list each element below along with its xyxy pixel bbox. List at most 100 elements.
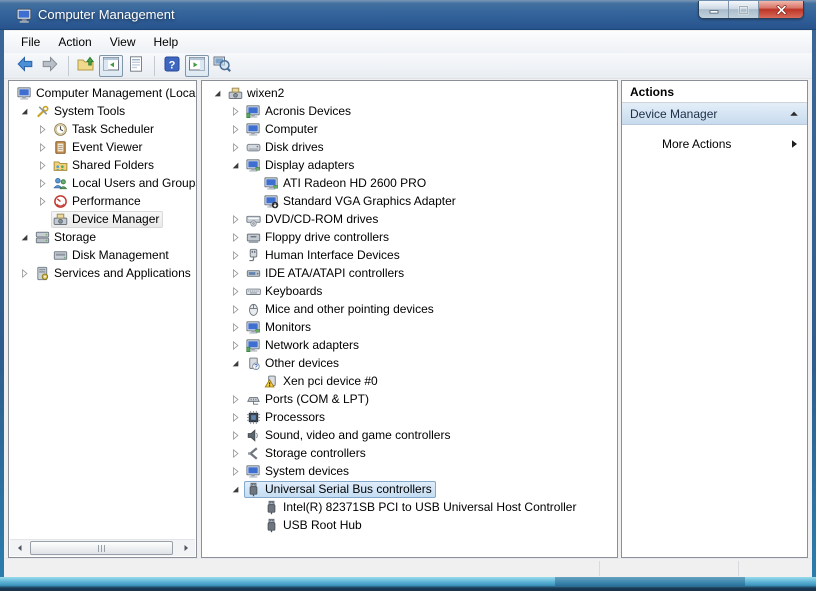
device-tree-item[interactable]: Intel(R) 82371SB PCI to USB Universal Ho… <box>202 498 617 516</box>
scroll-left-arrow-icon[interactable] <box>12 541 27 555</box>
tree-expander-icon[interactable] <box>226 409 244 425</box>
menu-action[interactable]: Action <box>49 32 100 52</box>
tree-expander-icon[interactable] <box>208 85 226 101</box>
tree-expander-icon[interactable] <box>15 103 33 119</box>
window-border-right <box>812 0 816 591</box>
tree-expander-icon[interactable] <box>226 427 244 443</box>
tree-expander-icon[interactable] <box>226 211 244 227</box>
titlebar[interactable]: Computer Management <box>0 0 816 30</box>
console-tree-item[interactable]: Services and Applications <box>9 264 196 282</box>
tree-expander-icon[interactable] <box>226 247 244 263</box>
console-tree-item[interactable]: Local Users and Groups <box>9 174 196 192</box>
tree-expander-icon[interactable] <box>226 481 244 497</box>
tree-expander-icon[interactable] <box>15 265 33 281</box>
device-tree-item[interactable]: Computer <box>202 120 617 138</box>
console-tree-item[interactable]: Event Viewer <box>9 138 196 156</box>
device-tree-item[interactable]: DVD/CD-ROM drives <box>202 210 617 228</box>
tree-expander-icon[interactable] <box>226 355 244 371</box>
menu-help[interactable]: Help <box>145 32 188 52</box>
device-tree-item[interactable]: IDE ATA/ATAPI controllers <box>202 264 617 282</box>
device-tree-item[interactable]: ATI Radeon HD 2600 PRO <box>202 174 617 192</box>
devmgr-icon <box>53 211 69 227</box>
tree-expander-icon[interactable] <box>226 337 244 353</box>
disk-icon <box>246 139 262 155</box>
help-button[interactable]: ? <box>160 55 184 77</box>
horizontal-scrollbar[interactable] <box>10 539 195 556</box>
properties-button[interactable] <box>124 55 148 77</box>
tree-expander-icon[interactable] <box>15 229 33 245</box>
actions-group-device-manager[interactable]: Device Manager <box>622 103 807 125</box>
scan-hardware-button[interactable] <box>210 55 234 77</box>
device-tree-item[interactable]: Storage controllers <box>202 444 617 462</box>
show-console-tree-button[interactable] <box>99 55 123 77</box>
console-tree-item[interactable]: Task Scheduler <box>9 120 196 138</box>
tree-item-label: Storage <box>52 230 96 244</box>
scrollbar-thumb[interactable] <box>30 541 173 555</box>
monitor-net-icon <box>246 103 262 119</box>
forward-button[interactable] <box>38 55 62 77</box>
device-tree-item[interactable]: Standard VGA Graphics Adapter <box>202 192 617 210</box>
tree-expander-icon[interactable] <box>226 103 244 119</box>
tree-item-label: Other devices <box>263 356 339 370</box>
device-tree-item[interactable]: Network adapters <box>202 336 617 354</box>
tree-expander-icon[interactable] <box>33 139 51 155</box>
tree-expander-icon[interactable] <box>33 157 51 173</box>
tree-item-label: Keyboards <box>263 284 322 298</box>
tree-expander-icon[interactable] <box>226 301 244 317</box>
tree-expander-icon[interactable] <box>33 121 51 137</box>
console-tree-item[interactable]: Shared Folders <box>9 156 196 174</box>
tree-expander-icon[interactable] <box>226 391 244 407</box>
tree-item-label: Mice and other pointing devices <box>263 302 434 316</box>
device-tree-item[interactable]: Monitors <box>202 318 617 336</box>
tools-icon <box>35 103 51 119</box>
console-tree-item[interactable]: Disk Management <box>9 246 196 264</box>
tree-item-label: Universal Serial Bus controllers <box>263 482 432 496</box>
device-tree-item[interactable]: Processors <box>202 408 617 426</box>
menu-file[interactable]: File <box>12 32 49 52</box>
tree-expander-icon[interactable] <box>226 157 244 173</box>
more-actions-item[interactable]: More Actions <box>622 134 807 154</box>
device-tree-item[interactable]: Acronis Devices <box>202 102 617 120</box>
perf-icon <box>53 193 69 209</box>
back-button[interactable] <box>13 55 37 77</box>
device-tree-item[interactable]: Human Interface Devices <box>202 246 617 264</box>
console-tree-item[interactable]: Device Manager <box>9 210 196 228</box>
tree-expander-icon[interactable] <box>226 463 244 479</box>
console-tree-item[interactable]: Storage <box>9 228 196 246</box>
tree-expander-icon[interactable] <box>226 283 244 299</box>
show-action-pane-button[interactable] <box>185 55 209 77</box>
scroll-right-arrow-icon[interactable] <box>178 541 193 555</box>
device-tree-item[interactable]: Disk drives <box>202 138 617 156</box>
device-tree-item[interactable]: Sound, video and game controllers <box>202 426 617 444</box>
device-tree-item[interactable]: USB Root Hub <box>202 516 617 534</box>
tree-expander-icon[interactable] <box>226 319 244 335</box>
maximize-button[interactable] <box>729 1 759 18</box>
tree-expander-icon[interactable] <box>226 139 244 155</box>
console-tree-item[interactable]: Computer Management (Local <box>9 84 196 102</box>
device-tree-item[interactable]: Mice and other pointing devices <box>202 300 617 318</box>
device-tree-item[interactable]: ?Other devices <box>202 354 617 372</box>
menu-view[interactable]: View <box>101 32 145 52</box>
console-tree-item[interactable]: Performance <box>9 192 196 210</box>
device-tree-item[interactable]: System devices <box>202 462 617 480</box>
device-tree-item[interactable]: Ports (COM & LPT) <box>202 390 617 408</box>
close-button[interactable] <box>759 1 803 18</box>
tree-expander-icon[interactable] <box>226 229 244 245</box>
device-tree-item[interactable]: Floppy drive controllers <box>202 228 617 246</box>
tree-item-label: Processors <box>263 410 325 424</box>
tree-expander-icon[interactable] <box>33 175 51 191</box>
tree-expander-icon[interactable] <box>33 193 51 209</box>
device-tree-item[interactable]: Display adapters <box>202 156 617 174</box>
minimize-button[interactable] <box>699 1 729 18</box>
console-tree-item[interactable]: System Tools <box>9 102 196 120</box>
device-tree-item[interactable]: Xen pci device #0 <box>202 372 617 390</box>
up-one-level-button[interactable] <box>74 55 98 77</box>
collapse-arrow-icon[interactable] <box>789 109 799 119</box>
tree-expander-icon[interactable] <box>226 121 244 137</box>
chip-icon <box>246 409 262 425</box>
device-tree-item[interactable]: Keyboards <box>202 282 617 300</box>
device-tree-item[interactable]: wixen2 <box>202 84 617 102</box>
device-tree-item[interactable]: Universal Serial Bus controllers <box>202 480 617 498</box>
tree-expander-icon[interactable] <box>226 445 244 461</box>
tree-expander-icon[interactable] <box>226 265 244 281</box>
